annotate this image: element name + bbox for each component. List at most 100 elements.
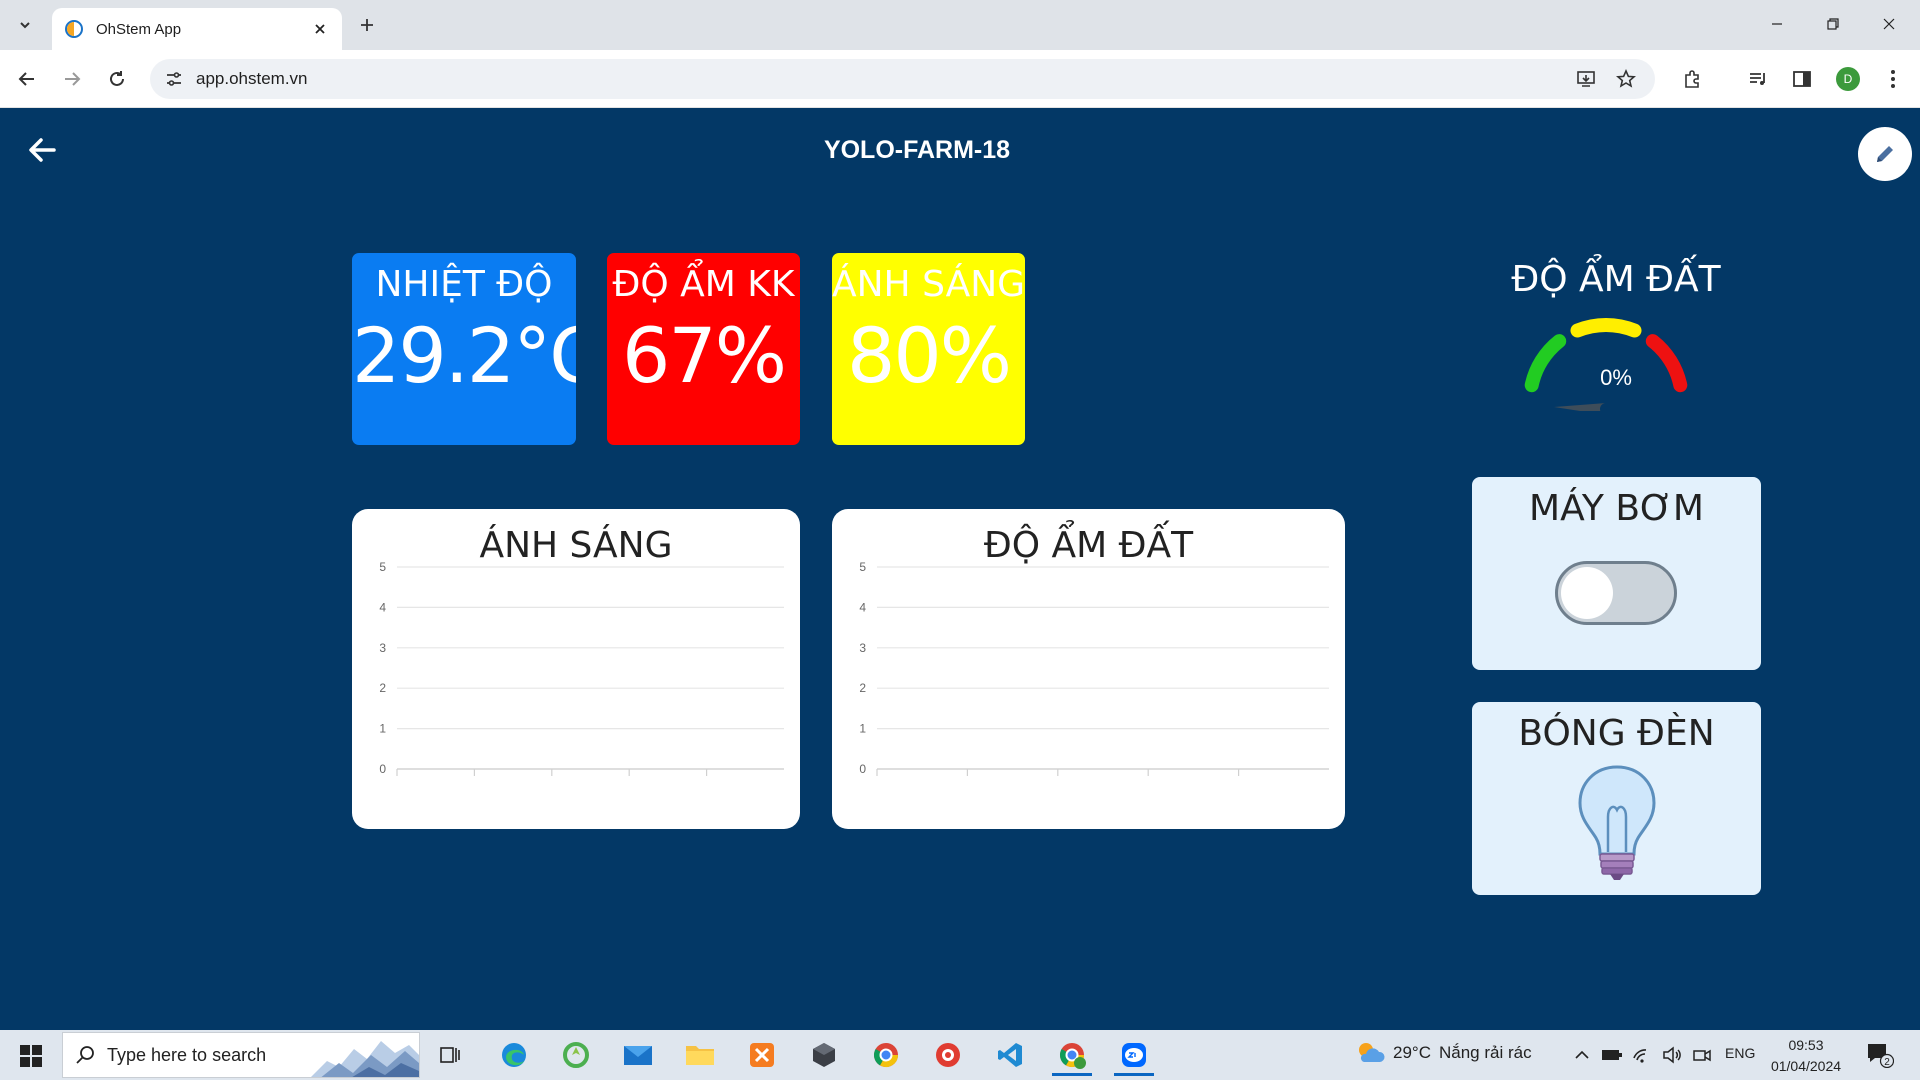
bookmark-button[interactable]: [1610, 63, 1642, 95]
pump-toggle[interactable]: [1555, 561, 1677, 625]
wifi-icon: [1633, 1049, 1647, 1063]
y-tick-label: 1: [859, 722, 866, 736]
y-tick-label: 4: [379, 600, 386, 614]
gauge-value: 0%: [1600, 365, 1632, 390]
taskbar-browser-red[interactable]: [924, 1034, 972, 1076]
gauge-title: ĐỘ ẨM ĐẤT: [1511, 259, 1721, 300]
y-tick-label: 3: [379, 641, 386, 655]
taskbar-chrome-profile[interactable]: [1048, 1034, 1096, 1076]
tab-title: OhStem App: [96, 20, 182, 38]
task-view-icon: [440, 1047, 460, 1063]
extensions-button[interactable]: [1676, 63, 1708, 95]
queue-music-icon: [1750, 73, 1765, 85]
chrome-icon: [1059, 1043, 1086, 1069]
taskbar-xampp[interactable]: [738, 1034, 786, 1076]
y-tick-label: 1: [379, 722, 386, 736]
browser-toolbar: app.ohstem.vn D: [0, 50, 1920, 108]
edit-button[interactable]: [1858, 127, 1912, 181]
cube-icon: [813, 1043, 835, 1067]
side-panel-icon: [1793, 71, 1811, 87]
taskbar-file-explorer[interactable]: [676, 1034, 724, 1076]
light-bulb-control-card: BÓNG ĐÈN: [1472, 702, 1761, 895]
windows-logo-icon: [20, 1045, 42, 1067]
browser-tab-bar: OhStem App: [0, 0, 1920, 50]
search-icon: [76, 1046, 94, 1064]
y-tick-label: 2: [379, 681, 386, 695]
light-value: 80%: [847, 311, 1012, 400]
chevron-up-icon: [1575, 1050, 1589, 1059]
weather-description: Nắng rải rác: [1438, 1043, 1532, 1062]
avatar: D: [1836, 67, 1860, 91]
pump-title: MÁY BƠM: [1529, 488, 1704, 529]
light-bulb-icon[interactable]: [1574, 762, 1660, 882]
profile-button[interactable]: D: [1832, 63, 1864, 95]
notification-count: 2: [1884, 1057, 1890, 1068]
y-tick-label: 0: [859, 762, 866, 776]
restore-button[interactable]: [1810, 6, 1856, 42]
taskbar-dev-tool[interactable]: [800, 1034, 848, 1076]
windows-taskbar: Type here to search 29°C Nắng rải rác EN…: [0, 1030, 1920, 1080]
taskbar-mail[interactable]: [614, 1034, 662, 1076]
vscode-icon: [998, 1043, 1022, 1067]
close-icon: [1883, 18, 1895, 30]
taskbar-zalo[interactable]: [1110, 1034, 1158, 1076]
show-hidden-icons-button[interactable]: [1570, 1043, 1594, 1067]
search-highlight-art: [311, 1041, 419, 1077]
taskbar-chrome[interactable]: [862, 1034, 910, 1076]
url-text: app.ohstem.vn: [196, 69, 308, 88]
browser-tab[interactable]: OhStem App: [52, 8, 342, 50]
more-vert-icon: [1891, 70, 1895, 88]
new-tab-button[interactable]: [352, 10, 382, 40]
page-title: YOLO-FARM-18: [823, 136, 1011, 164]
arrow-left-icon: [18, 72, 34, 86]
input-language[interactable]: ENG: [1725, 1045, 1755, 1061]
temperature-tile: NHIỆT ĐỘ 29.2°C: [352, 253, 576, 445]
partly-sunny-icon: [1359, 1043, 1385, 1062]
soil-moisture-chart: 5 4 3 2 1 0: [859, 560, 1329, 776]
media-control-button[interactable]: [1742, 63, 1774, 95]
battery-icon: [1602, 1050, 1622, 1060]
tab-search-button[interactable]: [10, 10, 40, 40]
close-window-button[interactable]: [1866, 6, 1912, 42]
forward-nav-button[interactable]: [56, 63, 88, 95]
arrow-right-icon: [65, 72, 81, 86]
air-humidity-label: ĐỘ ẨM KK: [612, 264, 795, 305]
plus-icon: [361, 19, 373, 31]
reload-button[interactable]: [101, 63, 133, 95]
weather-widget[interactable]: 29°C Nắng rải rác: [1355, 1040, 1532, 1066]
browser-menu-button[interactable]: [1877, 63, 1909, 95]
site-info-icon[interactable]: [162, 67, 186, 91]
ohstem-favicon-icon: [65, 20, 83, 38]
meet-now-indicator[interactable]: [1690, 1043, 1714, 1067]
taskbar-edge[interactable]: [490, 1034, 538, 1076]
pump-control-card: MÁY BƠM: [1472, 477, 1761, 670]
puzzle-icon: [1685, 70, 1699, 88]
mail-icon: [624, 1046, 652, 1065]
system-clock[interactable]: 09:53 01/04/2024: [1768, 1035, 1844, 1077]
battery-indicator[interactable]: [1600, 1043, 1624, 1067]
minimize-button[interactable]: [1754, 6, 1800, 42]
temperature-value: 29.2°C: [352, 311, 576, 400]
network-indicator[interactable]: [1630, 1043, 1654, 1067]
restore-icon: [1827, 18, 1839, 30]
xampp-icon: [750, 1043, 774, 1067]
chevron-down-icon: [20, 22, 30, 29]
back-nav-button[interactable]: [11, 63, 43, 95]
taskbar-app-green[interactable]: [552, 1034, 600, 1076]
tab-close-button[interactable]: [310, 19, 330, 39]
light-chart: 5 4 3 2 1 0: [379, 560, 784, 776]
volume-indicator[interactable]: [1660, 1043, 1684, 1067]
gauge-needle: [1554, 403, 1606, 411]
side-panel-button[interactable]: [1786, 63, 1818, 95]
address-bar[interactable]: app.ohstem.vn: [150, 59, 1655, 99]
temperature-label: NHIỆT ĐỘ: [375, 264, 553, 305]
install-app-button[interactable]: [1570, 63, 1602, 95]
reload-icon: [110, 71, 124, 86]
taskbar-search[interactable]: Type here to search: [62, 1032, 420, 1078]
minimize-icon: [1772, 23, 1782, 25]
start-button[interactable]: [10, 1035, 52, 1077]
notification-center-button[interactable]: 2: [1864, 1040, 1896, 1070]
task-view-button[interactable]: [426, 1034, 474, 1076]
taskbar-vscode[interactable]: [986, 1034, 1034, 1076]
notification-icon: 2: [1868, 1044, 1894, 1068]
